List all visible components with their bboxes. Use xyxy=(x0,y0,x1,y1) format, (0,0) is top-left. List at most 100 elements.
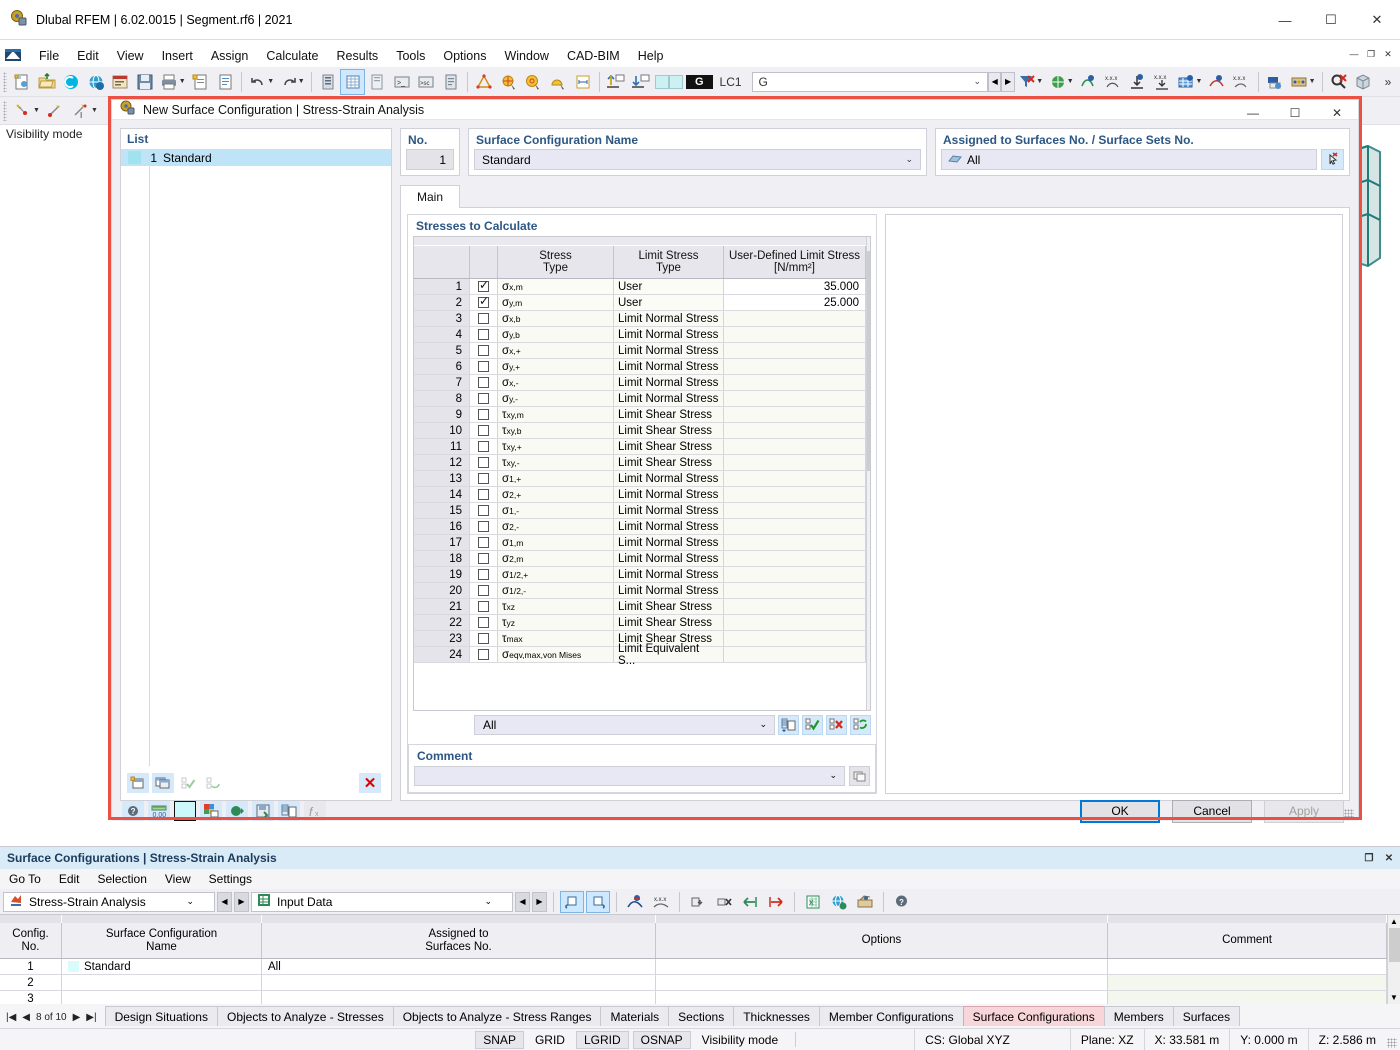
diagram-values-icon[interactable]: x.x.x xyxy=(1229,69,1254,95)
select-text-icon[interactable]: I xyxy=(68,98,94,124)
chevron-down-icon[interactable]: ⌄ xyxy=(829,770,837,781)
user-limit-stress-cell[interactable] xyxy=(724,375,866,390)
chevron-down-icon[interactable]: ⌄ xyxy=(905,154,913,165)
panel-icon[interactable] xyxy=(365,69,390,95)
limit-stress-type-cell[interactable]: Limit Normal Stress xyxy=(614,343,724,358)
page-tab-objects-to-analyze-stresses[interactable]: Objects to Analyze - Stresses xyxy=(216,1006,394,1026)
menu-help[interactable]: Help xyxy=(629,46,673,66)
printout-report-icon[interactable] xyxy=(1263,69,1288,95)
row-checkbox-cell[interactable] xyxy=(470,343,498,358)
row-checkbox-cell[interactable] xyxy=(470,471,498,486)
table-row[interactable]: 21 τ xz Limit Shear Stress xyxy=(414,599,866,615)
row-checkbox-cell[interactable] xyxy=(470,647,498,662)
table-row[interactable]: 5 σ x,+ Limit Normal Stress xyxy=(414,343,866,359)
limit-stress-type-cell[interactable]: Limit Normal Stress xyxy=(614,487,724,502)
user-limit-stress-cell[interactable]: 35.000 xyxy=(724,279,866,294)
checkbox-unchecked-icon[interactable] xyxy=(478,377,489,388)
chevron-down-icon[interactable]: ⌄ xyxy=(974,76,982,87)
menu-results[interactable]: Results xyxy=(328,46,388,66)
bottom-menu-selection[interactable]: Selection xyxy=(89,870,156,888)
scrollbar-thumb[interactable] xyxy=(867,251,870,471)
limit-stress-type-cell[interactable]: Limit Normal Stress xyxy=(614,535,724,550)
toolbar-grip[interactable] xyxy=(3,71,7,92)
page-tab-surfaces[interactable]: Surfaces xyxy=(1172,1006,1241,1026)
dialog-resize-grip[interactable] xyxy=(1344,809,1354,819)
limit-stress-type-cell[interactable]: Limit Shear Stress xyxy=(614,423,724,438)
row-checkbox-cell[interactable] xyxy=(470,599,498,614)
row-checkbox-cell[interactable] xyxy=(470,551,498,566)
bottom-menu-go-to[interactable]: Go To xyxy=(0,870,50,888)
table-row[interactable]: 14 σ 2,+ Limit Normal Stress xyxy=(414,487,866,503)
checkbox-unchecked-icon[interactable] xyxy=(478,585,489,596)
row-assigned-surfaces[interactable]: All xyxy=(262,959,656,974)
stresses-table-scrollbar[interactable]: ▲ ▼ xyxy=(866,237,870,710)
new-model-icon[interactable] xyxy=(10,69,35,95)
checkbox-unchecked-icon[interactable] xyxy=(478,505,489,516)
checkbox-checked-icon[interactable] xyxy=(478,294,489,308)
deformation-values-icon[interactable]: x.x.x xyxy=(1100,69,1125,95)
color-swatch-button[interactable] xyxy=(174,801,196,821)
render-mode-icon[interactable] xyxy=(226,801,248,821)
checkbox-unchecked-icon[interactable] xyxy=(478,329,489,340)
row-checkbox-cell[interactable] xyxy=(470,359,498,374)
redo-table-icon[interactable] xyxy=(586,890,610,913)
line-draw-icon[interactable] xyxy=(472,69,497,95)
toolbar-overflow-button[interactable]: » xyxy=(1376,69,1400,95)
user-limit-stress-cell[interactable] xyxy=(724,407,866,422)
checkbox-unchecked-icon[interactable] xyxy=(478,569,489,580)
table-row[interactable]: 15 σ 1,- Limit Normal Stress xyxy=(414,503,866,519)
bottom-panel-close-button[interactable]: ✕ xyxy=(1380,850,1398,866)
status-toggle-snap[interactable]: SNAP xyxy=(475,1030,524,1049)
page-tab-members[interactable]: Members xyxy=(1103,1006,1174,1026)
first-page-button[interactable]: |◀ xyxy=(4,1012,18,1023)
mdi-restore-button[interactable]: ❐ xyxy=(1363,46,1379,62)
status-toggle-lgrid[interactable]: LGRID xyxy=(575,1030,629,1049)
checkbox-unchecked-icon[interactable] xyxy=(478,537,489,548)
display-properties-icon[interactable] xyxy=(200,801,222,821)
checkbox-unchecked-icon[interactable] xyxy=(478,425,489,436)
deselect-all-stresses-icon[interactable] xyxy=(826,714,847,735)
config-name-combo[interactable]: Standard ⌄ xyxy=(474,149,921,170)
user-limit-stress-cell[interactable] xyxy=(724,327,866,342)
checkbox-unchecked-icon[interactable] xyxy=(478,361,489,372)
row-options[interactable] xyxy=(656,975,1108,990)
insert-row-icon[interactable] xyxy=(686,891,710,913)
export-excel-icon[interactable]: X xyxy=(801,891,825,913)
table-row[interactable]: 4 σ y,b Limit Normal Stress xyxy=(414,327,866,343)
checkbox-unchecked-icon[interactable] xyxy=(478,313,489,324)
row-checkbox-cell[interactable] xyxy=(470,407,498,422)
load-case-combo[interactable]: G ⌄ xyxy=(751,71,989,92)
undo-table-icon[interactable] xyxy=(560,890,584,913)
delete-configuration-button[interactable]: ✕ xyxy=(359,773,381,793)
limit-stress-type-cell[interactable]: Limit Normal Stress xyxy=(614,471,724,486)
formula-icon[interactable]: fx xyxy=(304,801,326,821)
limit-stress-type-cell[interactable]: Limit Normal Stress xyxy=(614,375,724,390)
comment-input[interactable]: ⌄ xyxy=(414,766,845,786)
undo-icon[interactable] xyxy=(246,69,271,95)
row-checkbox-cell[interactable] xyxy=(470,455,498,470)
row-config-name[interactable] xyxy=(62,975,262,990)
user-limit-stress-cell[interactable]: 25.000 xyxy=(724,295,866,310)
show-deformation-icon[interactable] xyxy=(623,891,647,913)
checkbox-unchecked-icon[interactable] xyxy=(478,553,489,564)
data-next-button[interactable]: ▶ xyxy=(532,891,547,912)
table-row[interactable]: 18 σ 2,m Limit Normal Stress xyxy=(414,551,866,567)
checkbox-unchecked-icon[interactable] xyxy=(478,521,489,532)
menu-options[interactable]: Options xyxy=(434,46,495,66)
table-row[interactable]: 1 Standard All xyxy=(0,959,1400,975)
comment-copy-icon[interactable] xyxy=(849,766,870,786)
delete-row-icon[interactable] xyxy=(712,891,736,913)
checkbox-unchecked-icon[interactable] xyxy=(478,649,489,660)
row-checkbox-cell[interactable] xyxy=(470,439,498,454)
tab-main[interactable]: Main xyxy=(400,185,461,208)
scroll-down-icon[interactable]: ▼ xyxy=(868,696,870,710)
user-limit-stress-cell[interactable] xyxy=(724,391,866,406)
table-row[interactable]: 10 τ xy,b Limit Shear Stress xyxy=(414,423,866,439)
surface-results-icon[interactable] xyxy=(1174,69,1199,95)
user-limit-stress-cell[interactable] xyxy=(724,343,866,358)
limit-stress-type-cell[interactable]: Limit Normal Stress xyxy=(614,327,724,342)
ok-button[interactable]: OK xyxy=(1080,799,1160,823)
checkbox-unchecked-icon[interactable] xyxy=(478,457,489,468)
3d-box-icon[interactable] xyxy=(1351,69,1376,95)
user-limit-stress-cell[interactable] xyxy=(724,583,866,598)
